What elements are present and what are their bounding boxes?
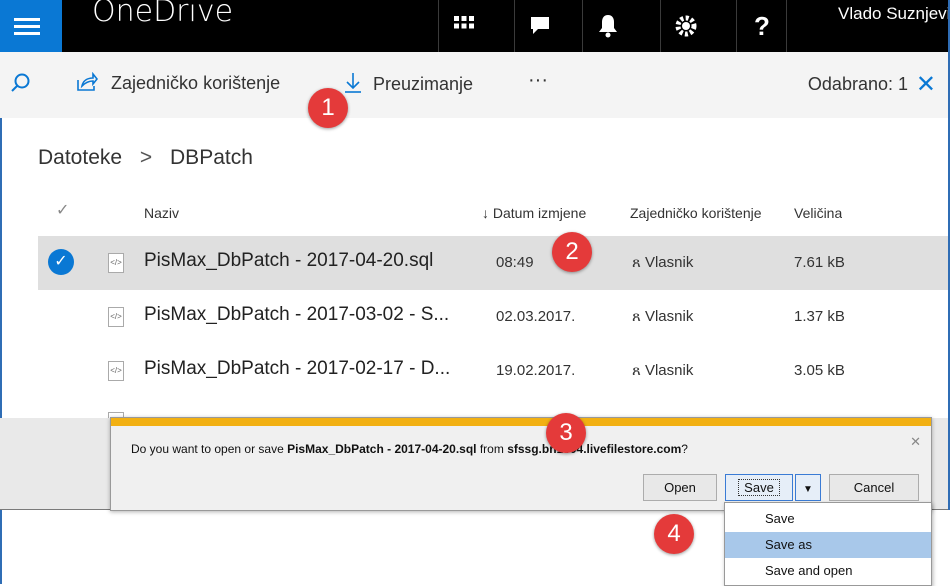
- app-title: OneDrive: [92, 0, 234, 29]
- chat-icon: [531, 17, 549, 34]
- selected-count: Odabrano: 1: [807, 74, 908, 94]
- file-date: 19.02.2017.: [496, 362, 576, 379]
- chat-button[interactable]: [514, 0, 565, 52]
- download-button[interactable]: Preuzimanje: [344, 72, 473, 95]
- message-suffix: ?: [681, 442, 688, 456]
- message-host: sfssg.bn1304.livefilestore.com: [507, 442, 682, 456]
- share-button[interactable]: Zajedničko korištenje: [76, 71, 281, 94]
- message-prefix: Do you want to open or save: [131, 442, 288, 456]
- file-row[interactable]: ✓ </> PisMax_DbPatch - 2017-04-20.sql 08…: [38, 236, 950, 290]
- row-selected-check-icon[interactable]: ✓: [48, 249, 74, 275]
- clear-selection-button[interactable]: ✕: [916, 70, 936, 99]
- column-header-sharing[interactable]: Zajedničko korištenje: [630, 205, 776, 221]
- message-from: from: [476, 442, 508, 456]
- file-date: 08:49: [496, 254, 534, 271]
- file-row[interactable]: </> PisMax_DbPatch - 2017-03-02 - S... 0…: [38, 290, 950, 344]
- search-icon: [11, 73, 30, 92]
- file-sharing-label: Vlasnik: [644, 254, 694, 271]
- settings-button[interactable]: [660, 0, 711, 52]
- file-name[interactable]: PisMax_DbPatch - 2017-03-02 - S...: [144, 304, 449, 326]
- file-size: 7.61 kB: [794, 254, 845, 271]
- help-button[interactable]: ?: [736, 0, 787, 52]
- save-button-label: Save: [738, 479, 780, 496]
- column-header-size[interactable]: Veličina: [794, 205, 842, 221]
- file-row-partial: [38, 398, 950, 418]
- notifications-button[interactable]: [582, 0, 633, 52]
- file-date: 02.03.2017.: [496, 308, 576, 325]
- code-file-icon: </>: [108, 253, 124, 273]
- file-sharing: ጸ Vlasnik: [632, 308, 693, 325]
- chevron-right-icon: >: [139, 146, 153, 169]
- sort-down-icon: ↓: [482, 205, 493, 221]
- file-sharing-label: Vlasnik: [644, 308, 694, 325]
- save-dropdown-button[interactable]: ▼: [795, 474, 821, 501]
- file-name[interactable]: PisMax_DbPatch - 2017-02-17 - D...: [144, 358, 450, 380]
- more-button[interactable]: ···: [528, 69, 548, 92]
- file-size: 3.05 kB: [794, 362, 845, 379]
- breadcrumb-root[interactable]: Datoteke: [38, 146, 122, 169]
- share-label: Zajedničko korištenje: [111, 73, 281, 93]
- gear-icon: [675, 15, 697, 37]
- step-badge-4: 4: [654, 514, 694, 554]
- notification-close-button[interactable]: ✕: [910, 434, 921, 450]
- bell-icon: [599, 15, 617, 38]
- search-button[interactable]: [10, 72, 32, 99]
- waffle-button[interactable]: [438, 0, 489, 52]
- code-file-icon: </>: [108, 361, 124, 381]
- share-icon: [77, 71, 99, 91]
- file-size: 1.37 kB: [794, 308, 845, 325]
- waffle-icon: [454, 16, 474, 29]
- owner-icon: ጸ: [632, 362, 641, 379]
- chevron-down-icon: ▼: [803, 484, 813, 495]
- menu-item-save[interactable]: Save: [725, 506, 931, 532]
- file-sharing: ጸ Vlasnik: [632, 362, 693, 379]
- column-header-date-label: Datum izmjene: [492, 205, 587, 221]
- download-label: Preuzimanje: [373, 74, 474, 94]
- column-header-name[interactable]: Naziv: [144, 205, 179, 221]
- menu-item-save-and-open[interactable]: Save and open: [725, 558, 931, 584]
- close-icon: ✕: [915, 71, 936, 98]
- select-all-checkbox[interactable]: ✓: [56, 200, 69, 220]
- column-header-date[interactable]: ↓ Datum izmjene: [482, 205, 610, 221]
- file-sharing: ጸ Vlasnik: [632, 254, 693, 271]
- save-button[interactable]: Save: [725, 474, 793, 501]
- owner-icon: ጸ: [632, 254, 641, 271]
- step-badge-1: 1: [308, 88, 348, 128]
- save-options-menu: Save Save as Save and open: [724, 502, 932, 586]
- help-icon: ?: [754, 10, 770, 41]
- menu-item-save-as[interactable]: Save as: [725, 532, 931, 558]
- code-file-icon: </>: [108, 307, 124, 327]
- download-notification-bar: Do you want to open or save PisMax_DbPat…: [110, 417, 932, 511]
- cancel-button[interactable]: Cancel: [829, 474, 919, 501]
- message-file-name: PisMax_DbPatch - 2017-04-20.sql: [287, 442, 477, 456]
- breadcrumb: Datoteke > DBPatch: [38, 146, 253, 170]
- download-message: Do you want to open or save PisMax_DbPat…: [131, 442, 688, 456]
- file-sharing-label: Vlasnik: [644, 362, 694, 379]
- close-icon: ✕: [910, 434, 921, 449]
- breadcrumb-current: DBPatch: [170, 146, 253, 169]
- step-badge-2: 2: [552, 232, 592, 272]
- step-badge-3: 3: [546, 413, 586, 453]
- app-launcher-button[interactable]: [0, 0, 62, 52]
- user-name[interactable]: Vlado Suznjevic: [838, 4, 950, 24]
- header-divider: [786, 0, 788, 52]
- notification-accent-bar: [111, 418, 931, 426]
- owner-icon: ጸ: [632, 308, 641, 325]
- open-button[interactable]: Open: [643, 474, 717, 501]
- app-header: OneDrive ? Vlado Suznjevic: [0, 0, 950, 52]
- file-name[interactable]: PisMax_DbPatch - 2017-04-20.sql: [144, 250, 433, 272]
- download-icon: [345, 73, 361, 93]
- file-row[interactable]: </> PisMax_DbPatch - 2017-02-17 - D... 1…: [38, 344, 950, 398]
